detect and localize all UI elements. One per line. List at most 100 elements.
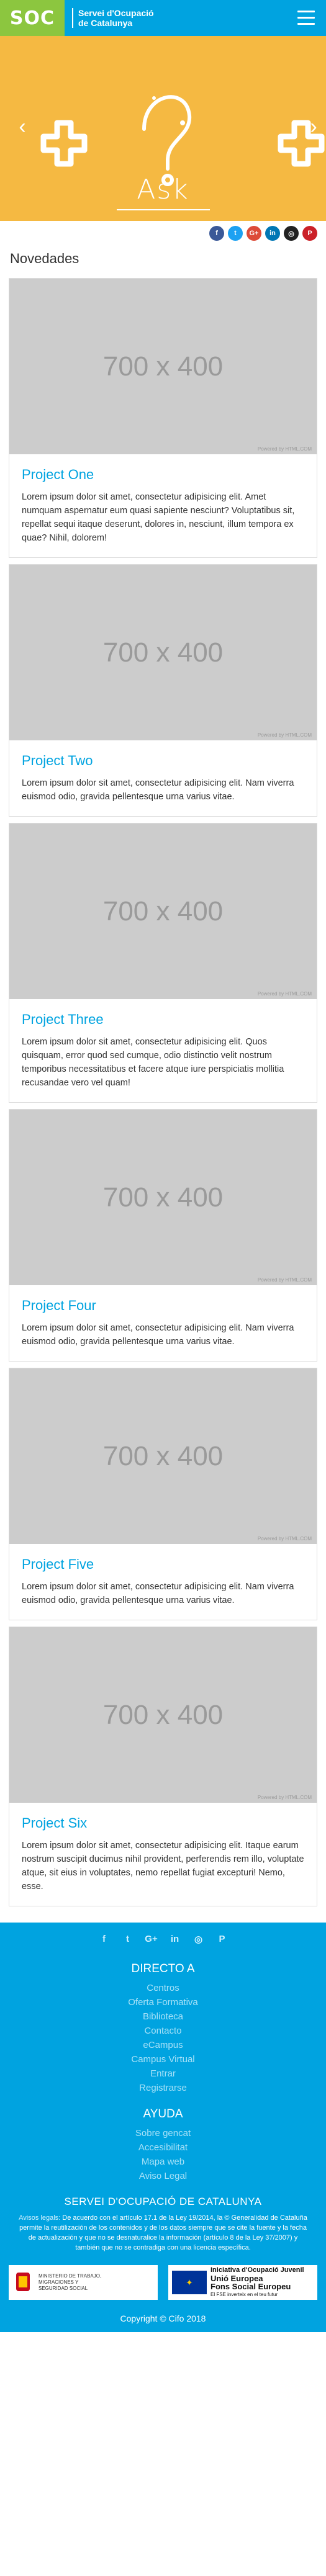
footer-help-title: AYUDA (143, 2107, 183, 2120)
project-card-body: Project Five Lorem ipsum dolor sit amet, … (9, 1544, 317, 1620)
eu-line4: El FSE inverteix en el teu futur (211, 2292, 278, 2297)
site-footer: f t G+ in ◎ P DIRECTO A Centros Oferta Formati… (0, 1923, 326, 2332)
project-card: 700 x 400 Powered by HTML.COM Project One L… (9, 278, 317, 558)
footer-link[interactable]: Sobre gencat (0, 2126, 326, 2140)
placeholder-text: 700 x 400 (102, 1182, 224, 1213)
footer-link[interactable]: Accesibilitat (0, 2140, 326, 2155)
eu-text: Iniciativa d'Ocupació Juvenil Unió Europ… (211, 2266, 304, 2299)
project-card-body: Project One Lorem ipsum dolor sit amet, c… (9, 454, 317, 557)
project-card-body: Project Three Lorem ipsum dolor sit amet,… (9, 999, 317, 1102)
ministry-text: MINISTERIO DE TRABAJO, MIGRACIONES Y SEG… (38, 2273, 102, 2291)
facebook-icon[interactable]: f (97, 1934, 111, 1945)
footer-help-links: Sobre gencat Accesibilitat Mapa web Aviso L… (0, 2126, 326, 2183)
project-image-placeholder[interactable]: 700 x 400 Powered by HTML.COM (9, 279, 317, 454)
instagram-icon[interactable]: ◎ (192, 1934, 206, 1945)
footer-link[interactable]: Biblioteca (0, 2009, 326, 2024)
placeholder-credit: Powered by HTML.COM (257, 1277, 312, 1283)
eu-flag-icon: ✦ (172, 2271, 207, 2294)
project-card: 700 x 400 Powered by HTML.COM Project Five… (9, 1368, 317, 1620)
footer-direct-title: DIRECTO A (131, 1962, 195, 1975)
hamburger-bar (297, 23, 315, 25)
placeholder-credit: Powered by HTML.COM (257, 1536, 312, 1542)
eu-logo: ✦ Iniciativa d'Ocupació Juvenil Unió Eur… (168, 2265, 317, 2300)
project-description: Lorem ipsum dolor sit amet, consectetur … (22, 1323, 294, 1347)
footer-link[interactable]: Centros (0, 1981, 326, 1995)
site-header: SOC Servei d'Ocupació de Catalunya (0, 0, 326, 36)
footer-link[interactable]: eCampus (0, 2038, 326, 2052)
facebook-icon[interactable]: f (209, 226, 224, 241)
project-title-link[interactable]: Project Six (22, 1815, 304, 1831)
footer-help-section: AYUDA Sobre gencat Accesibilitat Mapa web A… (0, 2107, 326, 2183)
footer-legal-notice: Avisos legals: De acuerdo con el artícul… (0, 2213, 326, 2253)
project-card-body: Project Two Lorem ipsum dolor sit amet, c… (9, 740, 317, 816)
project-image-placeholder[interactable]: 700 x 400 Powered by HTML.COM (9, 565, 317, 740)
eu-line3: Fons Social Europeu (211, 2282, 291, 2291)
logo-subtitle-line1: Servei d'Ocupació (78, 8, 154, 18)
logo-subtitle-line2: de Catalunya (78, 18, 133, 28)
hamburger-bar (297, 17, 315, 19)
placeholder-text: 700 x 400 (102, 1440, 224, 1471)
project-list: 700 x 400 Powered by HTML.COM Project One L… (0, 278, 326, 1906)
footer-link[interactable]: Contacto (0, 2024, 326, 2038)
ministry-logo: MINISTERIO DE TRABAJO, MIGRACIONES Y SEG… (9, 2265, 158, 2300)
project-card-body: Project Four Lorem ipsum dolor sit amet, … (9, 1285, 317, 1361)
copyright: Copyright © Cifo 2018 (120, 2313, 206, 2323)
project-image-placeholder[interactable]: 700 x 400 Powered by HTML.COM (9, 1627, 317, 1803)
project-image-placeholder[interactable]: 700 x 400 Powered by HTML.COM (9, 824, 317, 999)
project-title-link[interactable]: Project Four (22, 1298, 304, 1314)
hero-word: Ask (137, 174, 189, 205)
logo-subtitle: Servei d'Ocupació de Catalunya (72, 8, 154, 28)
footer-link[interactable]: Registrarse (0, 2081, 326, 2095)
legal-label-link[interactable]: Avisos legals: (19, 2214, 60, 2222)
instagram-icon[interactable]: ◎ (284, 226, 299, 241)
project-description: Lorem ipsum dolor sit amet, consectetur … (22, 492, 295, 543)
placeholder-text: 700 x 400 (102, 1699, 224, 1730)
project-title-link[interactable]: Project Three (22, 1012, 304, 1028)
hero-carousel[interactable]: ‹ › Ask (0, 36, 326, 221)
linkedin-icon[interactable]: in (168, 1934, 182, 1945)
footer-link[interactable]: Mapa web (0, 2155, 326, 2169)
project-image-placeholder[interactable]: 700 x 400 Powered by HTML.COM (9, 1368, 317, 1544)
project-title-link[interactable]: Project Five (22, 1556, 304, 1573)
footer-link[interactable]: Aviso Legal (0, 2169, 326, 2183)
project-title-link[interactable]: Project One (22, 467, 304, 483)
linkedin-icon[interactable]: in (265, 226, 280, 241)
project-title-link[interactable]: Project Two (22, 753, 304, 769)
pinterest-icon[interactable]: P (215, 1934, 229, 1945)
footer-direct-section: DIRECTO A Centros Oferta Formativa Bibliot… (0, 1962, 326, 2095)
project-image-placeholder[interactable]: 700 x 400 Powered by HTML.COM (9, 1110, 317, 1285)
project-card: 700 x 400 Powered by HTML.COM Project Two L… (9, 564, 317, 817)
footer-logos: MINISTERIO DE TRABAJO, MIGRACIONES Y SEG… (0, 2258, 326, 2307)
chevron-left-icon[interactable]: ‹ (15, 114, 30, 139)
footer-link[interactable]: Campus Virtual (0, 2052, 326, 2067)
footer-link[interactable]: Entrar (0, 2067, 326, 2081)
hamburger-bar (297, 11, 315, 12)
footer-link[interactable]: Oferta Formativa (0, 1995, 326, 2009)
placeholder-credit: Powered by HTML.COM (257, 1795, 312, 1800)
legal-text: De acuerdo con el artículo 17.1 de la Le… (19, 2214, 307, 2251)
twitter-icon[interactable]: t (121, 1934, 135, 1945)
project-description: Lorem ipsum dolor sit amet, consectetur … (22, 1841, 304, 1892)
placeholder-credit: Powered by HTML.COM (257, 446, 312, 452)
project-description: Lorem ipsum dolor sit amet, consectetur … (22, 1582, 294, 1605)
placeholder-text: 700 x 400 (102, 895, 224, 927)
soc-logo[interactable]: SOC (0, 0, 65, 36)
placeholder-credit: Powered by HTML.COM (257, 991, 312, 997)
project-card: 700 x 400 Powered by HTML.COM Project Six L… (9, 1627, 317, 1906)
footer-social-links: f t G+ in ◎ P (0, 1934, 326, 1945)
twitter-icon[interactable]: t (228, 226, 243, 241)
section-title: Novedades (10, 251, 79, 266)
hamburger-icon[interactable] (297, 11, 315, 25)
footer-direct-links: Centros Oferta Formativa Biblioteca Contact… (0, 1981, 326, 2095)
project-description: Lorem ipsum dolor sit amet, consectetur … (22, 1037, 284, 1088)
logo-text: SOC (9, 7, 55, 29)
project-card: 700 x 400 Powered by HTML.COM Project Four… (9, 1109, 317, 1362)
placeholder-text: 700 x 400 (102, 637, 224, 668)
google-plus-icon[interactable]: G+ (247, 226, 261, 241)
pinterest-icon[interactable]: P (302, 226, 317, 241)
project-card-body: Project Six Lorem ipsum dolor sit amet, c… (9, 1803, 317, 1906)
chevron-right-icon[interactable]: › (306, 114, 321, 139)
google-plus-icon[interactable]: G+ (145, 1934, 158, 1945)
coat-of-arms-icon (16, 2273, 30, 2291)
project-description: Lorem ipsum dolor sit amet, consectetur … (22, 778, 294, 802)
